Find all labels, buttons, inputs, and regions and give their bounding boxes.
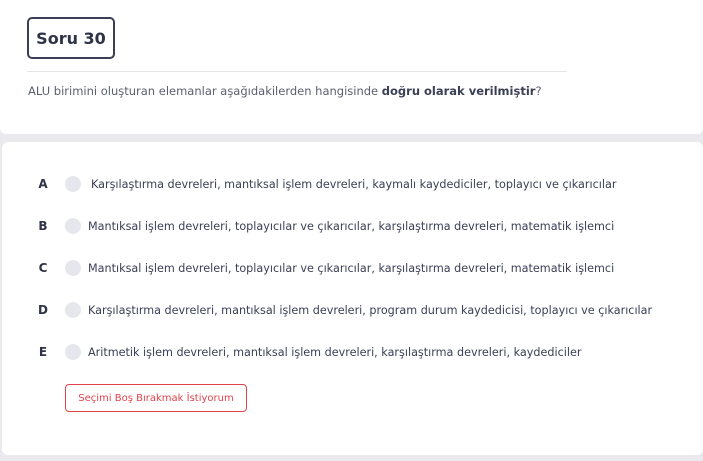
divider <box>27 71 567 72</box>
option-text: Karşılaştırma devreleri, mantıksal işlem… <box>88 303 653 317</box>
question-text-end: ? <box>535 84 542 98</box>
option-e[interactable]: E Aritmetik işlem devreleri, mantıksal i… <box>2 337 703 367</box>
option-letter: D <box>38 303 48 317</box>
question-card: Soru 30 ALU birimini oluşturan elemanlar… <box>0 0 703 134</box>
radio-button[interactable] <box>65 302 81 318</box>
option-b[interactable]: B Mantıksal işlem devreleri, toplayıcıla… <box>2 211 703 241</box>
option-a[interactable]: A Karşılaştırma devreleri, mantıksal işl… <box>2 169 703 199</box>
option-d[interactable]: D Karşılaştırma devreleri, mantıksal işl… <box>2 295 703 325</box>
radio-button[interactable] <box>65 344 81 360</box>
answers-card: A Karşılaştırma devreleri, mantıksal işl… <box>2 142 703 455</box>
radio-button[interactable] <box>65 176 81 192</box>
question-text-emphasis: doğru olarak verilmiştir <box>381 84 536 98</box>
clear-selection-button[interactable]: Seçimi Boş Bırakmak İstiyorum <box>65 384 247 412</box>
option-text: Karşılaştırma devreleri, mantıksal işlem… <box>91 177 617 191</box>
option-text: Aritmetik işlem devreleri, mantıksal işl… <box>88 345 582 359</box>
option-letter: A <box>38 177 48 191</box>
option-text: Mantıksal işlem devreleri, toplayıcılar … <box>88 219 615 233</box>
question-text-start: ALU birimini oluşturan elemanlar aşağıda… <box>28 84 382 98</box>
option-letter: E <box>38 345 48 359</box>
question-text: ALU birimini oluşturan elemanlar aşağıda… <box>28 84 542 98</box>
question-number: Soru 30 <box>27 17 115 59</box>
radio-button[interactable] <box>65 260 81 276</box>
radio-button[interactable] <box>65 218 81 234</box>
option-text: Mantıksal işlem devreleri, toplayıcılar … <box>88 261 615 275</box>
option-letter: C <box>38 261 48 275</box>
option-c[interactable]: C Mantıksal işlem devreleri, toplayıcıla… <box>2 253 703 283</box>
option-letter: B <box>38 219 48 233</box>
